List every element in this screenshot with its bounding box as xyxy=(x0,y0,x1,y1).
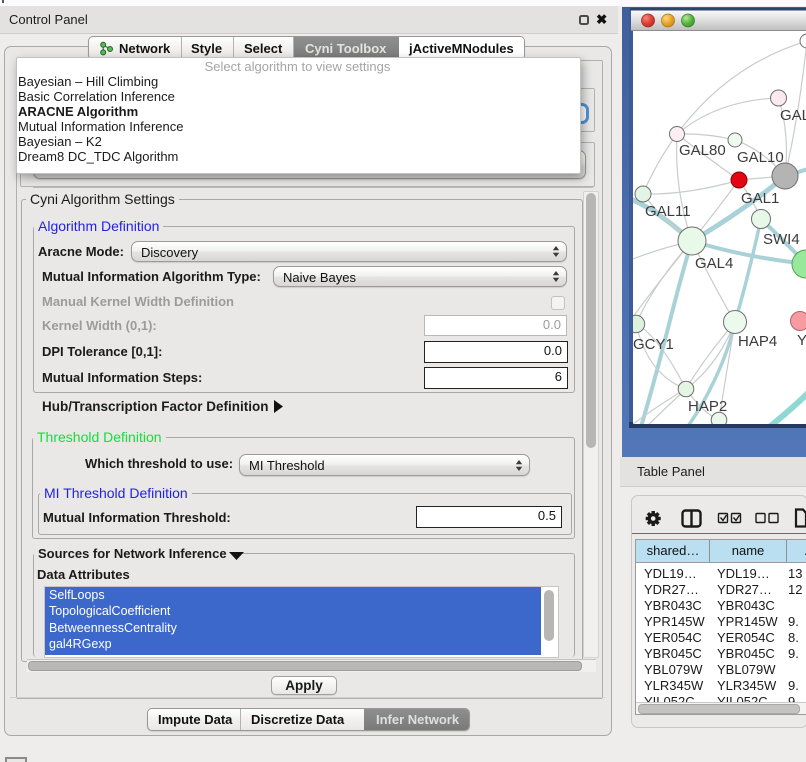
svg-text:Y: Y xyxy=(797,332,806,349)
svg-text:GAL7: GAL7 xyxy=(780,107,806,124)
svg-text:GAL1: GAL1 xyxy=(741,190,779,207)
svg-text:GAL80: GAL80 xyxy=(679,142,726,159)
svg-text:GAL10: GAL10 xyxy=(737,149,784,166)
svg-text:GAL11: GAL11 xyxy=(645,203,691,220)
svg-text:GCY1: GCY1 xyxy=(633,336,674,353)
svg-text:HAP4: HAP4 xyxy=(738,333,777,350)
svg-text:GAL4: GAL4 xyxy=(695,255,733,272)
svg-text:SWI4: SWI4 xyxy=(763,231,800,248)
svg-text:HAP2: HAP2 xyxy=(688,398,727,415)
